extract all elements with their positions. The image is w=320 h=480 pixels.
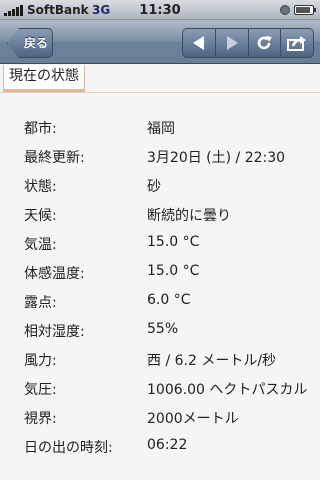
weather-row-humidity: 相対湿度: 55% xyxy=(0,321,320,345)
status-time: 11:30 xyxy=(139,3,181,18)
weather-row-feels-like: 体感温度: 15.0 °C xyxy=(0,263,320,287)
weather-row-pressure: 気圧: 1006.00 ヘクトパスカル xyxy=(0,379,320,403)
status-bar: SoftBank 3G 11:30 xyxy=(0,0,320,20)
share-icon xyxy=(287,36,307,51)
weather-row-dew-point: 露点: 6.0 °C xyxy=(0,292,320,316)
row-value: 西 / 6.2 メートル/秒 xyxy=(147,353,277,369)
row-value: 福岡 xyxy=(147,121,175,137)
battery-level xyxy=(296,7,310,13)
row-value: 15.0 °C xyxy=(147,263,200,279)
arrow-left-icon xyxy=(192,36,204,50)
divider xyxy=(0,92,320,93)
share-button[interactable] xyxy=(280,29,313,57)
row-label: 最終更新: xyxy=(24,150,85,166)
back-button[interactable]: 戻る xyxy=(7,28,53,58)
row-label: 状態: xyxy=(24,179,57,195)
battery-icon xyxy=(294,5,316,15)
reload-icon xyxy=(258,36,273,50)
reload-button[interactable] xyxy=(247,29,281,57)
row-label: 気圧: xyxy=(24,382,57,398)
row-label: 体感温度: xyxy=(24,266,85,282)
weather-row-wind: 風力: 西 / 6.2 メートル/秒 xyxy=(0,350,320,374)
tab-strip: 現在の状態 xyxy=(0,65,320,93)
previous-button[interactable] xyxy=(183,29,215,57)
row-value: 55% xyxy=(147,321,179,337)
navigation-bar: 戻る xyxy=(0,20,320,64)
tab-current-conditions[interactable]: 現在の状態 xyxy=(3,65,85,92)
row-label: 視界: xyxy=(24,411,57,427)
arrow-right-icon xyxy=(226,36,238,50)
row-label: 露点: xyxy=(24,295,57,311)
row-value: 2000メートル xyxy=(147,411,239,427)
weather-row-temperature: 気温: 15.0 °C xyxy=(0,234,320,258)
row-label: 気温: xyxy=(24,237,57,253)
row-label: 風力: xyxy=(24,353,57,369)
row-value: 断続的に曇り xyxy=(147,208,231,224)
row-label: 天候: xyxy=(24,208,57,224)
row-value: 砂 xyxy=(147,179,161,195)
orientation-lock-icon xyxy=(280,5,290,15)
weather-row-visibility: 視界: 2000メートル xyxy=(0,408,320,432)
browser-controls xyxy=(182,28,314,58)
row-label: 都市: xyxy=(24,121,57,137)
row-value: 15.0 °C xyxy=(147,234,200,250)
row-label: 日の出の時刻: xyxy=(24,440,113,456)
row-value: 06:22 xyxy=(147,437,188,453)
row-value: 6.0 °C xyxy=(147,292,191,308)
row-value: 1006.00 ヘクトパスカル xyxy=(147,382,308,398)
row-value: 3月20日 (土) / 22:30 xyxy=(147,150,286,166)
next-button[interactable] xyxy=(214,29,248,57)
weather-row-status: 状態: 砂 xyxy=(0,176,320,200)
weather-row-condition: 天候: 断続的に曇り xyxy=(0,205,320,229)
weather-row-updated: 最終更新: 3月20日 (土) / 22:30 xyxy=(0,147,320,171)
weather-row-city: 都市: 福岡 xyxy=(0,118,320,142)
row-label: 相対湿度: xyxy=(24,324,85,340)
weather-row-sunrise: 日の出の時刻: 06:22 xyxy=(0,437,320,461)
